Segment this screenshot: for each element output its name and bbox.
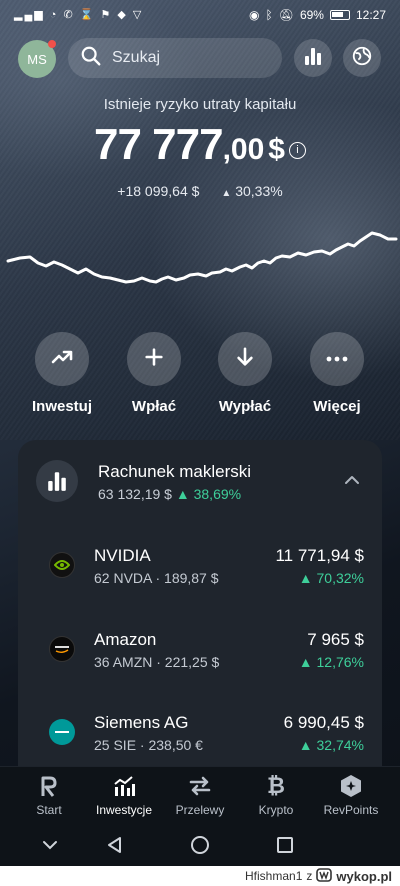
bar-chart-icon (303, 46, 323, 71)
chevron-down-icon[interactable] (39, 834, 61, 856)
nav-start-label: Start (36, 803, 62, 817)
status-icons-left: ▂▄▆ ◔ ✆ ⌛ ⚑ ◆ ▽ (14, 9, 144, 21)
amazon-logo-icon (49, 636, 75, 662)
nav-transfers-label: Przelewy (175, 803, 225, 817)
performance-line (6, 231, 398, 284)
watermark-prefix: z (306, 869, 313, 883)
holding-row-amazon[interactable]: Amazon 36 AMZN · 221,25 $ 7 965 $ ▲ 12,7… (18, 624, 382, 684)
info-icon[interactable]: i (288, 142, 306, 159)
brokerage-account-header[interactable]: Rachunek maklerski 63 132,19 $ ▲ 38,69% (18, 440, 382, 520)
holding-name: NVIDIA (94, 546, 151, 565)
holding-meta: 62 NVDA · 189,87 $ (94, 570, 219, 586)
search-input[interactable]: Szukaj (68, 38, 282, 78)
holding-value: 11 771,94 $ (275, 546, 364, 565)
nvidia-logo-icon (49, 552, 75, 578)
nav-transfers[interactable]: Przelewy (160, 773, 240, 817)
battery-percent: 69% (299, 8, 324, 22)
globe-button[interactable] (343, 39, 381, 77)
analytics-button[interactable] (294, 39, 332, 77)
bluetooth-icon: ᛒ (265, 8, 273, 22)
status-bar: ▂▄▆ ◔ ✆ ⌛ ⚑ ◆ ▽ ◉ ᛒ 🔕︎ 69% 12:27 (0, 0, 400, 30)
account-change: 38,69% (193, 486, 242, 502)
trend-up-icon (50, 345, 74, 374)
more-icon (325, 350, 349, 368)
deposit-label: Wpłać (131, 398, 177, 415)
triangle-up-icon: ▲ (175, 486, 190, 502)
transfer-arrows-icon (160, 773, 240, 799)
bar-chart-icon (84, 773, 164, 799)
chevron-up-icon[interactable] (344, 472, 360, 490)
nav-crypto[interactable]: ₿ Krypto (236, 773, 316, 817)
more-button[interactable]: Więcej (292, 332, 382, 415)
gain-percent: 30,33% (235, 183, 283, 199)
watermark-site: wykop.pl (336, 868, 392, 884)
avatar[interactable]: MS (18, 40, 56, 78)
holding-name: Amazon (94, 630, 157, 649)
holding-change: ▲ 32,74% (298, 737, 364, 753)
nav-crypto-label: Krypto (258, 803, 294, 817)
status-icons-right: ◉ ᛒ 🔕︎ 69% 12:27 (249, 8, 386, 22)
nav-start[interactable]: Start (9, 773, 89, 817)
watermark: Hfishman1 z wykop.pl (0, 866, 400, 886)
gain-absolute: +18 099,64 $ (117, 183, 200, 199)
performance-chart[interactable] (0, 225, 400, 315)
phone-screen: ▂▄▆ ◔ ✆ ⌛ ⚑ ◆ ▽ ◉ ᛒ 🔕︎ 69% 12:27 MS Szuk… (0, 0, 400, 866)
plus-icon (143, 346, 165, 373)
nav-revpoints-label: RevPoints (323, 803, 379, 817)
invest-label: Inwestuj (31, 398, 92, 415)
account-title: Rachunek maklerski (98, 462, 252, 481)
nav-investments[interactable]: Inwestycje (84, 773, 164, 817)
more-label: Więcej (313, 398, 361, 415)
withdraw-label: Wypłać (218, 398, 272, 415)
risk-notice: Istnieje ryzyko utraty kapitału (103, 96, 297, 113)
search-placeholder: Szukaj (112, 49, 161, 66)
revolut-r-icon (9, 773, 89, 799)
watermark-user: Hfishman1 (245, 869, 303, 883)
holding-change: ▲ 12,76% (298, 654, 364, 670)
notification-dot (48, 40, 56, 48)
revpoints-hex-icon (311, 773, 391, 799)
withdraw-button[interactable]: Wypłać (200, 332, 290, 415)
account-chart-icon (36, 460, 78, 502)
recents-icon[interactable] (274, 834, 296, 856)
clock: 12:27 (355, 8, 386, 22)
search-icon (80, 45, 102, 72)
total-gains: +18 099,64 $ ▲ 30,33% (0, 183, 400, 199)
account-value: 63 132,19 $ (98, 486, 172, 502)
total-balance[interactable]: 77 777,00 $ i (0, 120, 400, 170)
account-summary: 63 132,19 $ ▲ 38,69% (98, 486, 241, 502)
holding-row-siemens[interactable]: Siemens AG 25 SIE · 238,50 € 6 990,45 $ … (18, 707, 382, 767)
avatar-initials: MS (27, 51, 47, 67)
nav-investments-label: Inwestycje (95, 803, 153, 817)
deposit-button[interactable]: Wpłać (109, 332, 199, 415)
globe-icon (351, 45, 373, 72)
bitcoin-icon: ₿ (267, 773, 285, 798)
balance-decimal: ,00 (222, 133, 265, 166)
eye-icon: ◉ (249, 8, 260, 22)
holding-value: 7 965 $ (307, 630, 364, 649)
back-icon[interactable] (104, 834, 126, 856)
holding-name: Siemens AG (94, 713, 189, 732)
wykop-logo-icon (316, 867, 333, 885)
holding-meta: 36 AMZN · 221,25 $ (94, 654, 220, 670)
brokerage-account-card: Rachunek maklerski 63 132,19 $ ▲ 38,69% … (18, 440, 382, 770)
balance-currency: $ (268, 133, 285, 166)
holding-value: 6 990,45 $ (283, 713, 364, 732)
holding-row-nvidia[interactable]: NVIDIA 62 NVDA · 189,87 $ 11 771,94 $ ▲ … (18, 540, 382, 600)
invest-button[interactable]: Inwestuj (17, 332, 107, 415)
mute-icon: 🔕︎ (278, 8, 294, 22)
nav-revpoints[interactable]: RevPoints (311, 773, 391, 817)
triangle-up-icon: ▲ (221, 188, 232, 199)
battery-icon (329, 10, 350, 20)
home-icon[interactable] (189, 834, 211, 856)
bottom-navigation: Start Inwestycje Przelewy ₿ Krypto RevPo… (0, 766, 400, 824)
balance-integer: 77 777 (94, 120, 224, 169)
holding-change: ▲ 70,32% (298, 570, 364, 586)
system-navigation-bar (0, 824, 400, 866)
holding-meta: 25 SIE · 238,50 € (94, 737, 203, 753)
siemens-logo-icon (49, 719, 75, 745)
arrow-down-icon (234, 346, 256, 373)
